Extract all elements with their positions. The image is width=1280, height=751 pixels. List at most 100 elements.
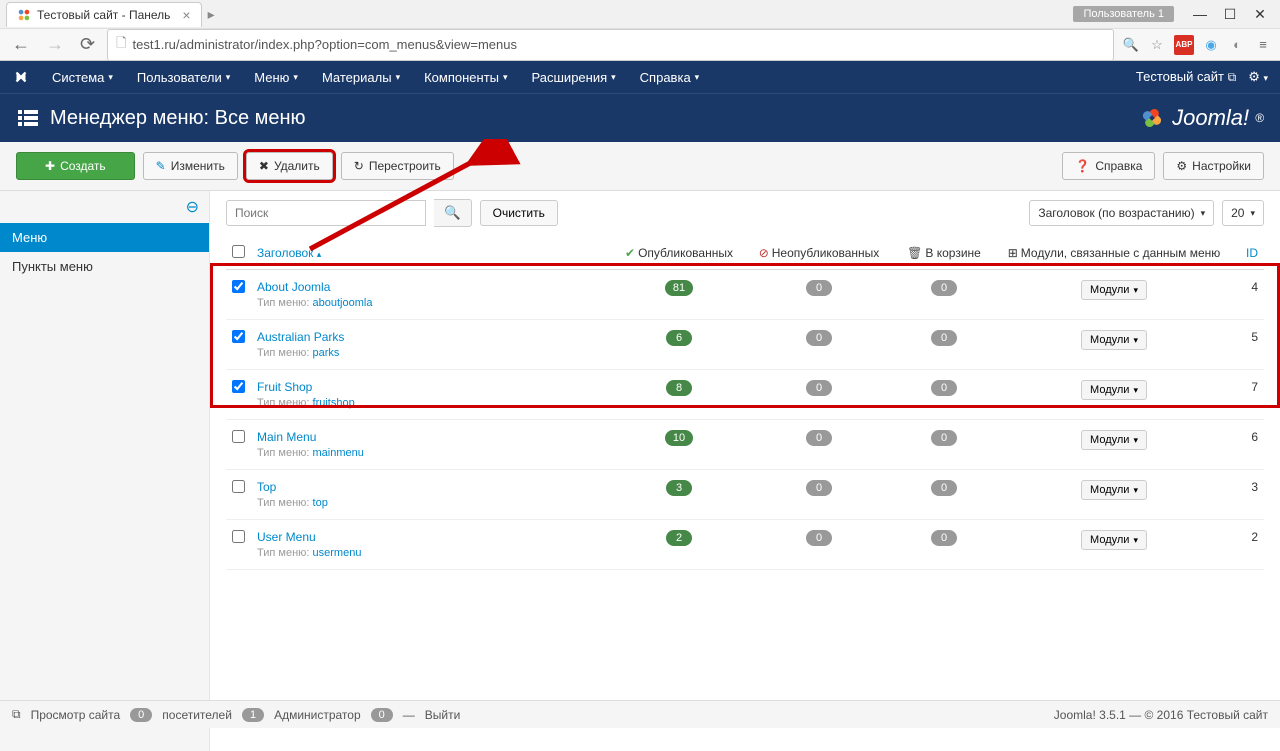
sort-select[interactable]: Заголовок (по возрастанию)▾ xyxy=(1029,200,1214,226)
published-badge[interactable]: 10 xyxy=(665,430,693,446)
table-row: About Joomla Тип меню: aboutjoomla 81 0 … xyxy=(226,270,1264,320)
star-icon[interactable]: ☆ xyxy=(1148,36,1166,54)
abp-icon[interactable]: ABP xyxy=(1174,35,1194,55)
row-checkbox[interactable] xyxy=(232,480,245,493)
row-checkbox[interactable] xyxy=(232,330,245,343)
row-title-link[interactable]: User Menu xyxy=(257,530,316,544)
unpublished-badge[interactable]: 0 xyxy=(806,480,832,496)
modules-button[interactable]: Модули ▾ xyxy=(1081,380,1147,400)
page-title: Менеджер меню: Все меню xyxy=(50,107,306,130)
published-badge[interactable]: 3 xyxy=(666,480,692,496)
nav-system[interactable]: Система▾ xyxy=(42,64,123,91)
published-badge[interactable]: 81 xyxy=(665,280,693,296)
modules-button[interactable]: Модули ▾ xyxy=(1081,530,1147,550)
delete-button[interactable]: ✖Удалить xyxy=(246,152,333,180)
extension2-icon[interactable]: ◐ xyxy=(1228,36,1246,54)
sidebar: ⊖ Меню Пункты меню xyxy=(0,191,210,751)
nav-menu[interactable]: Меню▾ xyxy=(244,64,308,91)
row-checkbox[interactable] xyxy=(232,430,245,443)
trashed-badge[interactable]: 0 xyxy=(931,330,957,346)
nav-users[interactable]: Пользователи▾ xyxy=(127,64,240,91)
unpublished-badge[interactable]: 0 xyxy=(806,330,832,346)
th-title[interactable]: Заголовок ▴ xyxy=(257,246,321,260)
close-icon[interactable]: × xyxy=(182,7,190,23)
gear-icon[interactable]: ⚙ ▾ xyxy=(1248,69,1268,85)
admins-label: Администратор xyxy=(274,708,361,722)
messages-badge: 0 xyxy=(371,708,393,722)
sidebar-item-menu[interactable]: Меню xyxy=(0,223,209,252)
logout-link[interactable]: Выйти xyxy=(425,708,461,722)
url-input[interactable]: 🗋 test1.ru/administrator/index.php?optio… xyxy=(107,29,1114,61)
th-id[interactable]: ID xyxy=(1246,246,1258,260)
search-button[interactable]: 🔍 xyxy=(434,199,472,227)
menu-icon[interactable]: ≡ xyxy=(1254,36,1272,54)
back-icon[interactable]: ← xyxy=(8,34,34,55)
options-button[interactable]: ⚙Настройки xyxy=(1163,152,1264,180)
joomla-icon[interactable] xyxy=(12,68,30,86)
browser-tab[interactable]: Тестовый сайт - Панель × xyxy=(6,2,202,27)
unpublished-badge[interactable]: 0 xyxy=(806,530,832,546)
minimize-icon[interactable]: — xyxy=(1186,4,1214,24)
new-tab-button[interactable]: ▸ xyxy=(208,6,215,23)
unpublished-badge[interactable]: 0 xyxy=(806,380,832,396)
row-type-link[interactable]: aboutjoomla xyxy=(313,297,373,309)
maximize-icon[interactable]: ☐ xyxy=(1216,4,1244,24)
trashed-badge[interactable]: 0 xyxy=(931,430,957,446)
row-type-link[interactable]: usermenu xyxy=(313,547,362,559)
trashed-badge[interactable]: 0 xyxy=(931,530,957,546)
rebuild-button[interactable]: ↻Перестроить xyxy=(341,152,454,180)
row-checkbox[interactable] xyxy=(232,380,245,393)
search-input[interactable] xyxy=(226,200,426,226)
main-content: 🔍 Очистить Заголовок (по возрастанию)▾ 2… xyxy=(210,191,1280,751)
row-title-link[interactable]: Fruit Shop xyxy=(257,380,312,394)
search-icon[interactable]: 🔍 xyxy=(1122,36,1140,54)
row-title-link[interactable]: Main Menu xyxy=(257,430,316,444)
create-button[interactable]: ✚Создать xyxy=(16,152,135,180)
check-all[interactable] xyxy=(232,245,245,258)
extension-icon[interactable]: ◉ xyxy=(1202,36,1220,54)
row-type-link[interactable]: mainmenu xyxy=(313,447,364,459)
plus-icon: ✚ xyxy=(45,159,55,173)
row-title-link[interactable]: Australian Parks xyxy=(257,330,344,344)
user-badge[interactable]: Пользователь 1 xyxy=(1073,6,1174,22)
modules-button[interactable]: Модули ▾ xyxy=(1081,430,1147,450)
nav-help[interactable]: Справка▾ xyxy=(630,64,710,91)
nav-components[interactable]: Компоненты▾ xyxy=(414,64,517,91)
help-button[interactable]: ❓Справка xyxy=(1062,152,1155,180)
trashed-badge[interactable]: 0 xyxy=(931,480,957,496)
row-checkbox[interactable] xyxy=(232,280,245,293)
row-type-link[interactable]: top xyxy=(313,497,328,509)
limit-select[interactable]: 20▾ xyxy=(1222,200,1264,226)
row-checkbox[interactable] xyxy=(232,530,245,543)
row-type-link[interactable]: fruitshop xyxy=(313,397,355,409)
nav-extensions[interactable]: Расширения▾ xyxy=(522,64,626,91)
trashed-badge[interactable]: 0 xyxy=(931,380,957,396)
nav-content[interactable]: Материалы▾ xyxy=(312,64,410,91)
preview-link[interactable]: Просмотр сайта xyxy=(31,708,121,722)
edit-button[interactable]: ✎Изменить xyxy=(143,152,238,180)
forward-icon[interactable]: → xyxy=(42,34,68,55)
sort-asc-icon: ▴ xyxy=(317,249,322,259)
unpublished-badge[interactable]: 0 xyxy=(806,430,832,446)
help-icon: ❓ xyxy=(1075,159,1090,173)
table-row: Fruit Shop Тип меню: fruitshop 8 0 0 Мод… xyxy=(226,370,1264,420)
reload-icon[interactable]: ⟳ xyxy=(76,34,99,55)
collapse-icon[interactable]: ⊖ xyxy=(186,199,199,216)
modules-button[interactable]: Модули ▾ xyxy=(1081,280,1147,300)
visitors-badge: 0 xyxy=(130,708,152,722)
row-type-link[interactable]: parks xyxy=(313,347,340,359)
sidebar-item-menu-items[interactable]: Пункты меню xyxy=(0,252,209,281)
published-badge[interactable]: 8 xyxy=(666,380,692,396)
site-link[interactable]: Тестовый сайт ⧉ xyxy=(1136,69,1236,85)
row-title-link[interactable]: About Joomla xyxy=(257,280,330,294)
published-badge[interactable]: 2 xyxy=(666,530,692,546)
modules-button[interactable]: Модули ▾ xyxy=(1081,480,1147,500)
modules-button[interactable]: Модули ▾ xyxy=(1081,330,1147,350)
trashed-badge[interactable]: 0 xyxy=(931,280,957,296)
clear-button[interactable]: Очистить xyxy=(480,200,558,226)
close-window-icon[interactable]: ✕ xyxy=(1246,4,1274,24)
th-modules: Модули, связанные с данным меню xyxy=(1021,246,1220,260)
unpublished-badge[interactable]: 0 xyxy=(806,280,832,296)
published-badge[interactable]: 6 xyxy=(666,330,692,346)
row-title-link[interactable]: Top xyxy=(257,480,276,494)
